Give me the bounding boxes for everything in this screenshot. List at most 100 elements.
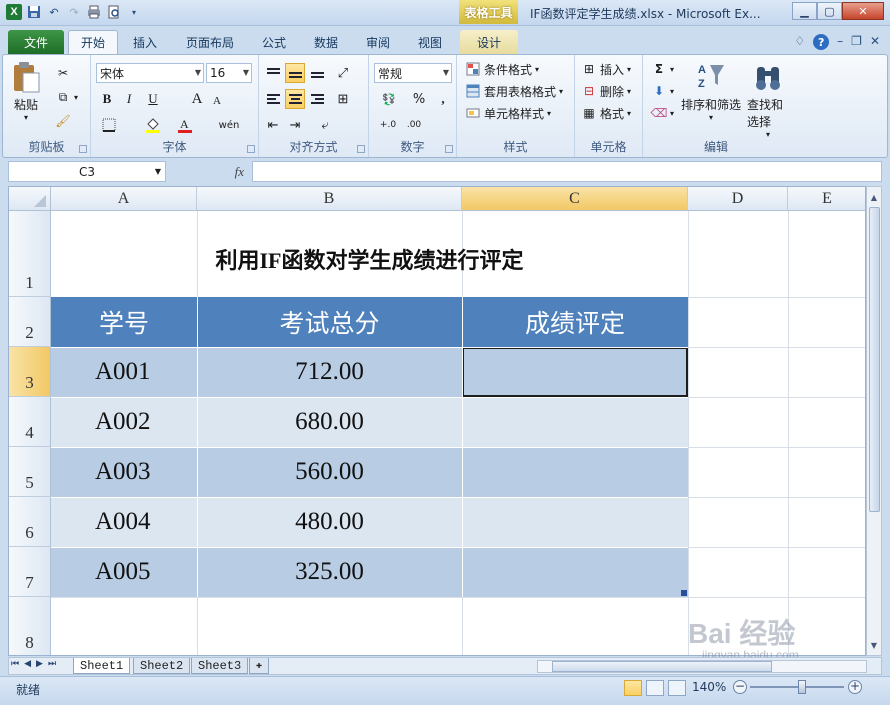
name-box[interactable]: C3 ▼ [8, 161, 166, 182]
clear-button[interactable]: ⌫ ▾ [651, 103, 675, 123]
doc-minimize-icon[interactable]: – [837, 34, 843, 50]
help-icon[interactable]: ? [813, 34, 830, 50]
sheet-title-cell[interactable]: 利用IF函数对学生成绩进行评定 [51, 211, 688, 297]
horizontal-scrollbar[interactable] [537, 660, 867, 673]
align-right-button[interactable] [307, 89, 327, 109]
close-button[interactable]: ✕ [842, 2, 884, 20]
font-color-button[interactable]: A [175, 115, 195, 135]
find-select-button[interactable]: 查找和选择 ▾ [747, 61, 789, 139]
number-launcher-icon[interactable] [445, 145, 453, 153]
table-cell-grade-selected[interactable] [462, 347, 688, 397]
shrink-font-button[interactable]: A [207, 91, 227, 111]
format-painter-button[interactable]: 🖌 [55, 111, 71, 131]
zoom-in-icon[interactable]: + [848, 680, 862, 694]
italic-button[interactable]: I [119, 89, 139, 109]
doc-close-icon[interactable]: ✕ [870, 34, 880, 50]
redo-icon[interactable]: ↷ [66, 4, 82, 20]
doc-restore-icon[interactable]: ❐ [851, 34, 862, 50]
paste-button[interactable]: 粘贴 ▾ [11, 61, 41, 122]
wrap-text-button[interactable]: ⤶ [315, 115, 335, 135]
percent-button[interactable]: % [409, 89, 429, 109]
align-middle-button[interactable] [285, 63, 305, 83]
align-top-button[interactable] [263, 63, 283, 83]
decrease-indent-button[interactable]: ⇤ [263, 115, 283, 135]
tab-data[interactable]: 数据 [306, 30, 346, 54]
table-cell-id[interactable]: A005 [51, 547, 197, 597]
tab-view[interactable]: 视图 [410, 30, 450, 54]
table-cell-grade[interactable] [462, 547, 688, 597]
tab-design[interactable]: 设计 [460, 30, 518, 54]
table-cell-grade[interactable] [462, 397, 688, 447]
orientation-button[interactable]: ⤢ [333, 63, 353, 83]
table-cell-score[interactable]: 560.00 [197, 447, 462, 497]
print-preview-icon[interactable] [106, 4, 122, 20]
fill-color-button[interactable] [143, 115, 163, 135]
align-left-button[interactable] [263, 89, 283, 109]
font-size-select[interactable]: 16 ▼ [206, 63, 252, 83]
table-cell-score[interactable]: 680.00 [197, 397, 462, 447]
table-cell-id[interactable]: A001 [51, 347, 197, 397]
formula-input[interactable] [252, 161, 882, 182]
cell-styles-button[interactable]: 单元格样式 ▾ [465, 103, 551, 123]
row-header-1[interactable]: 1 [9, 211, 51, 297]
format-as-table-button[interactable]: 套用表格格式 ▾ [465, 81, 563, 101]
row-header-2[interactable]: 2 [9, 297, 51, 347]
align-bottom-button[interactable] [307, 63, 327, 83]
sort-filter-button[interactable]: AZ 排序和筛选 ▾ [681, 61, 741, 122]
table-cell-score[interactable]: 712.00 [197, 347, 462, 397]
ribbon-minimize-icon[interactable]: ♢ [794, 34, 805, 50]
clipboard-launcher-icon[interactable] [79, 145, 87, 153]
increase-indent-button[interactable]: ⇥ [285, 115, 305, 135]
insert-cells-button[interactable]: ⊞ 插入 ▾ [581, 59, 631, 79]
fill-button[interactable]: ⬇ ▾ [651, 81, 674, 101]
sheet-tab-sheet1[interactable]: Sheet1 [73, 658, 131, 674]
normal-view-icon[interactable] [624, 680, 642, 696]
column-header-c[interactable]: C [462, 187, 688, 211]
header-cell-score[interactable]: 考试总分 [197, 297, 462, 347]
tab-page-layout[interactable]: 页面布局 [178, 30, 242, 54]
accounting-format-button[interactable]: 💱 [375, 89, 403, 109]
table-cell-score[interactable]: 480.00 [197, 497, 462, 547]
page-break-view-icon[interactable] [668, 680, 686, 696]
column-header-e[interactable]: E [788, 187, 865, 211]
header-cell-grade[interactable]: 成绩评定 [462, 297, 688, 347]
vertical-scrollbar[interactable]: ▲ ▼ [866, 186, 882, 656]
phonetic-button[interactable]: wén [219, 115, 240, 135]
align-center-button[interactable] [285, 89, 305, 109]
delete-cells-button[interactable]: ⊟ 删除 ▾ [581, 81, 631, 101]
print-icon[interactable] [86, 4, 102, 20]
copy-button[interactable]: ⧉ ▾ [55, 87, 78, 107]
merge-center-button[interactable]: ⊞ [333, 89, 353, 109]
tab-file[interactable]: 文件 [8, 30, 64, 54]
font-launcher-icon[interactable] [247, 145, 255, 153]
scroll-down-icon[interactable]: ▼ [867, 637, 881, 653]
conditional-formatting-button[interactable]: 条件格式 ▾ [465, 59, 539, 79]
tab-insert[interactable]: 插入 [124, 30, 166, 54]
increase-decimal-button[interactable]: +.0 [375, 115, 401, 135]
zoom-out-icon[interactable]: − [733, 680, 747, 694]
underline-button[interactable]: U [143, 89, 163, 109]
row-header-4[interactable]: 4 [9, 397, 51, 447]
cut-button[interactable]: ✂ [55, 63, 71, 83]
zoom-slider-thumb[interactable] [798, 680, 806, 694]
grow-font-button[interactable]: A [187, 89, 207, 109]
font-name-select[interactable]: 宋体 ▼ [96, 63, 204, 83]
sheet-tab-sheet3[interactable]: Sheet3 [191, 658, 249, 674]
comma-button[interactable]: , [433, 89, 453, 109]
column-header-d[interactable]: D [688, 187, 788, 211]
select-all-button[interactable] [9, 187, 51, 211]
table-cell-id[interactable]: A002 [51, 397, 197, 447]
table-cell-id[interactable]: A003 [51, 447, 197, 497]
row-header-6[interactable]: 6 [9, 497, 51, 547]
table-cell-score[interactable]: 325.00 [197, 547, 462, 597]
header-cell-id[interactable]: 学号 [51, 297, 197, 347]
excel-logo-icon[interactable]: X [6, 4, 22, 20]
worksheet-grid[interactable]: A B C D E 1 2 3 4 5 6 7 8 利用IF函数对学生成绩进行评… [8, 186, 866, 656]
undo-icon[interactable]: ↶ [46, 4, 62, 20]
border-button[interactable] [99, 115, 119, 135]
column-header-b[interactable]: B [197, 187, 462, 211]
zoom-level[interactable]: 140% [692, 680, 726, 694]
format-cells-button[interactable]: ▦ 格式 ▾ [581, 103, 631, 123]
alignment-launcher-icon[interactable] [357, 145, 365, 153]
prev-sheet-icon[interactable]: ◀ [24, 659, 31, 669]
